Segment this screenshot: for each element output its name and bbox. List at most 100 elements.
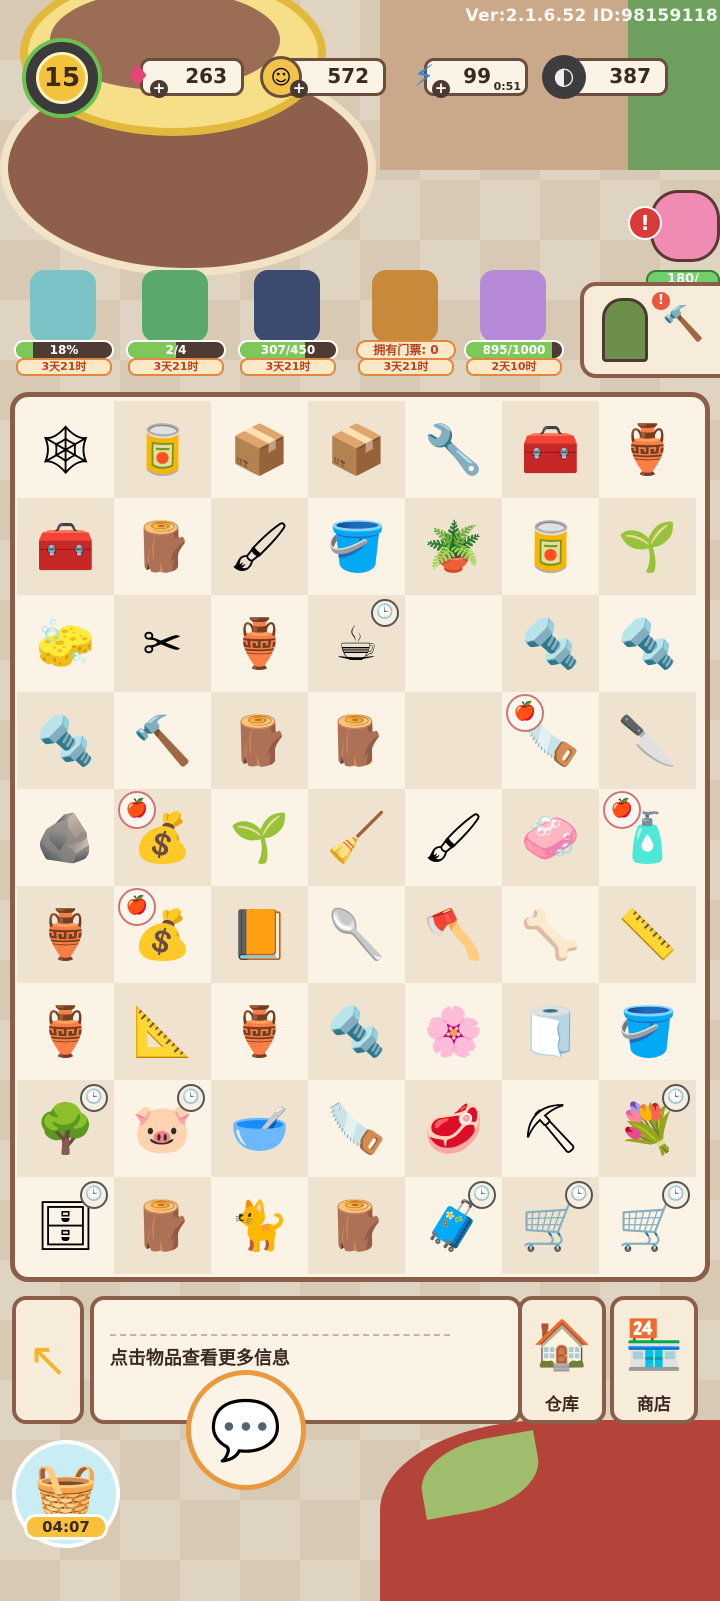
cabinet-icon[interactable]: 🗄 🕒 [17,1177,114,1274]
screw-icon[interactable]: 🔩 [308,983,405,1080]
tool-panel[interactable]: ! 🔨 [580,282,720,378]
saw-icon[interactable]: 🪚 [308,1080,405,1177]
hammer-icon[interactable]: 🔨 [114,692,211,789]
board-item-glyph: 🪓 [423,907,484,963]
event-photo-album[interactable]: 307/450 3天21时 [234,270,338,378]
broken-vase-icon[interactable]: 🏺 [17,983,114,1080]
board-item-glyph: 🥫 [520,519,581,575]
player-level-badge[interactable]: 15 [22,38,102,118]
energy-timer: 0:51 [493,80,521,93]
event-treasure-chest[interactable]: 拥有门票: 0 3天21时 [352,270,456,378]
back-button[interactable]: ↖ [12,1296,84,1424]
tape-measure-icon[interactable]: 📐 [114,983,211,1080]
paint-tubes-icon[interactable]: 🖌 [211,498,308,595]
toolbox-open-icon[interactable]: 🧰 [17,498,114,595]
fruit-badge-icon: 🍎 [603,791,641,829]
paint-can-icon[interactable]: 🥫 [114,401,211,498]
cart-icon[interactable]: 🛒 🕒 [502,1177,599,1274]
sprout-icon[interactable]: 🌱 [211,789,308,886]
board-item-glyph: 🌱 [617,519,678,575]
vase-icon[interactable]: 🏺 [599,401,696,498]
shop-label: 商店 [637,1395,671,1415]
cobweb-crate-icon[interactable]: 🕸 [17,401,114,498]
logs-icon[interactable]: 🪵 [308,1177,405,1274]
add-coins-icon[interactable]: + [290,80,308,98]
vase-sprout-icon[interactable]: 🌱 [599,498,696,595]
paint-tubes-icon[interactable]: 🖌 [405,789,502,886]
seed-packet-icon[interactable]: 📙 [211,886,308,983]
log-icon[interactable]: 🪵 [114,1177,211,1274]
add-energy-icon[interactable]: + [432,80,450,98]
seed-bag-icon[interactable]: 💰 🍎 [114,886,211,983]
black-cat-icon[interactable]: 🐈 [211,1177,308,1274]
chest-icon[interactable]: 🧳 🕒 [405,1177,502,1274]
planks-icon[interactable]: 🪵 [308,692,405,789]
add-gems-icon[interactable]: + [150,80,168,98]
gift-basket-icon: 🧺 [33,1460,99,1520]
event-progress-text: 拥有门票: 0 [373,343,439,357]
flower-pot-icon[interactable]: 🪴 [405,498,502,595]
soap-icon[interactable]: 🧼 [502,789,599,886]
warehouse-button[interactable]: 🏠 仓库 [518,1296,606,1424]
board-item-glyph: 📦 [229,422,290,478]
event-timer: 3天21时 [128,358,224,376]
fruit-badge-icon: 🍎 [118,791,156,829]
wooden-tray-icon[interactable]: 📦 [211,401,308,498]
cobweb-box-icon[interactable]: 📦 [308,401,405,498]
cup-icon[interactable]: ☕ 🕒 [308,595,405,692]
board-cell-empty[interactable] [405,595,502,692]
shop-button[interactable]: 🏪 商店 [610,1296,698,1424]
hammer-icon[interactable]: 🔨 [662,304,704,344]
event-dragon-boat[interactable]: 18% 3天21时 [10,270,114,378]
paint-bucket-icon[interactable]: 🪣 [308,498,405,595]
screws-icon[interactable]: 🔩 [502,595,599,692]
pliers-icon[interactable]: ✂ [114,595,211,692]
board-item-glyph: 🪵 [132,519,193,575]
toolbox-icon[interactable]: 🧰 [502,401,599,498]
meat-icon[interactable]: 🥩 [405,1080,502,1177]
spray-bottle-icon[interactable]: 🧴 🍎 [599,789,696,886]
bowl-icon[interactable]: 🥣 [211,1080,308,1177]
chat-button[interactable]: 💬 [186,1370,306,1490]
planks-icon[interactable]: 🪵 [211,692,308,789]
wheelbarrow-icon[interactable]: 🛒 🕒 [599,1177,696,1274]
trowel-icon[interactable]: 🥄 [308,886,405,983]
arch-icon[interactable] [602,298,648,362]
piggy-icon[interactable]: 🐷 🕒 [114,1080,211,1177]
photo-album-icon [254,270,320,342]
event-mushroom-house[interactable]: 895/1000 2天10时 [460,270,564,378]
broken-pot-icon[interactable]: 🏺 [211,595,308,692]
knife-icon[interactable]: 🔪 [599,692,696,789]
pipe-icon[interactable]: 🔧 [405,401,502,498]
board-cell-empty[interactable] [405,692,502,789]
paint-can-icon[interactable]: 🥫 [502,498,599,595]
bucket-icon[interactable]: 🪣 [599,983,696,1080]
dustpan-icon[interactable]: 🧹 [308,789,405,886]
level-icon[interactable]: 📏 [599,886,696,983]
brush-icon[interactable]: 🧽 [17,595,114,692]
seed-bag-icon[interactable]: 💰 🍎 [114,789,211,886]
screw-icon[interactable]: 🔩 [17,692,114,789]
board-item-glyph: 🔩 [617,616,678,672]
vase-icon[interactable]: 🏺 [17,886,114,983]
gift-timer: 04:07 [24,1514,108,1540]
gravel-icon[interactable]: 🪨 [17,789,114,886]
logs-icon[interactable]: 🪵 [114,498,211,595]
board-item-glyph: 🔩 [35,713,96,769]
towel-icon[interactable]: 🧻 [502,983,599,1080]
clock-icon: 🕒 [565,1181,593,1209]
event-zongzi[interactable]: 2/4 3天21时 [122,270,226,378]
board-item-glyph: 🖌 [423,810,484,866]
shovel-icon[interactable]: ⛏ [502,1080,599,1177]
screws-icon[interactable]: 🔩 [599,595,696,692]
pipes-icon[interactable]: 🦴 [502,886,599,983]
flower-bucket-icon[interactable]: 💐 🕒 [599,1080,696,1177]
tree-icon[interactable]: 🌳 🕒 [17,1080,114,1177]
board-item-glyph: 🪴 [423,519,484,575]
saw-icon[interactable]: 🪚 🍎 [502,692,599,789]
vase-icon[interactable]: 🏺 [211,983,308,1080]
board-item-glyph: 🏺 [35,907,96,963]
axe-icon[interactable]: 🪓 [405,886,502,983]
board-item-glyph: 🌱 [229,810,290,866]
flower-tree-icon[interactable]: 🌸 [405,983,502,1080]
